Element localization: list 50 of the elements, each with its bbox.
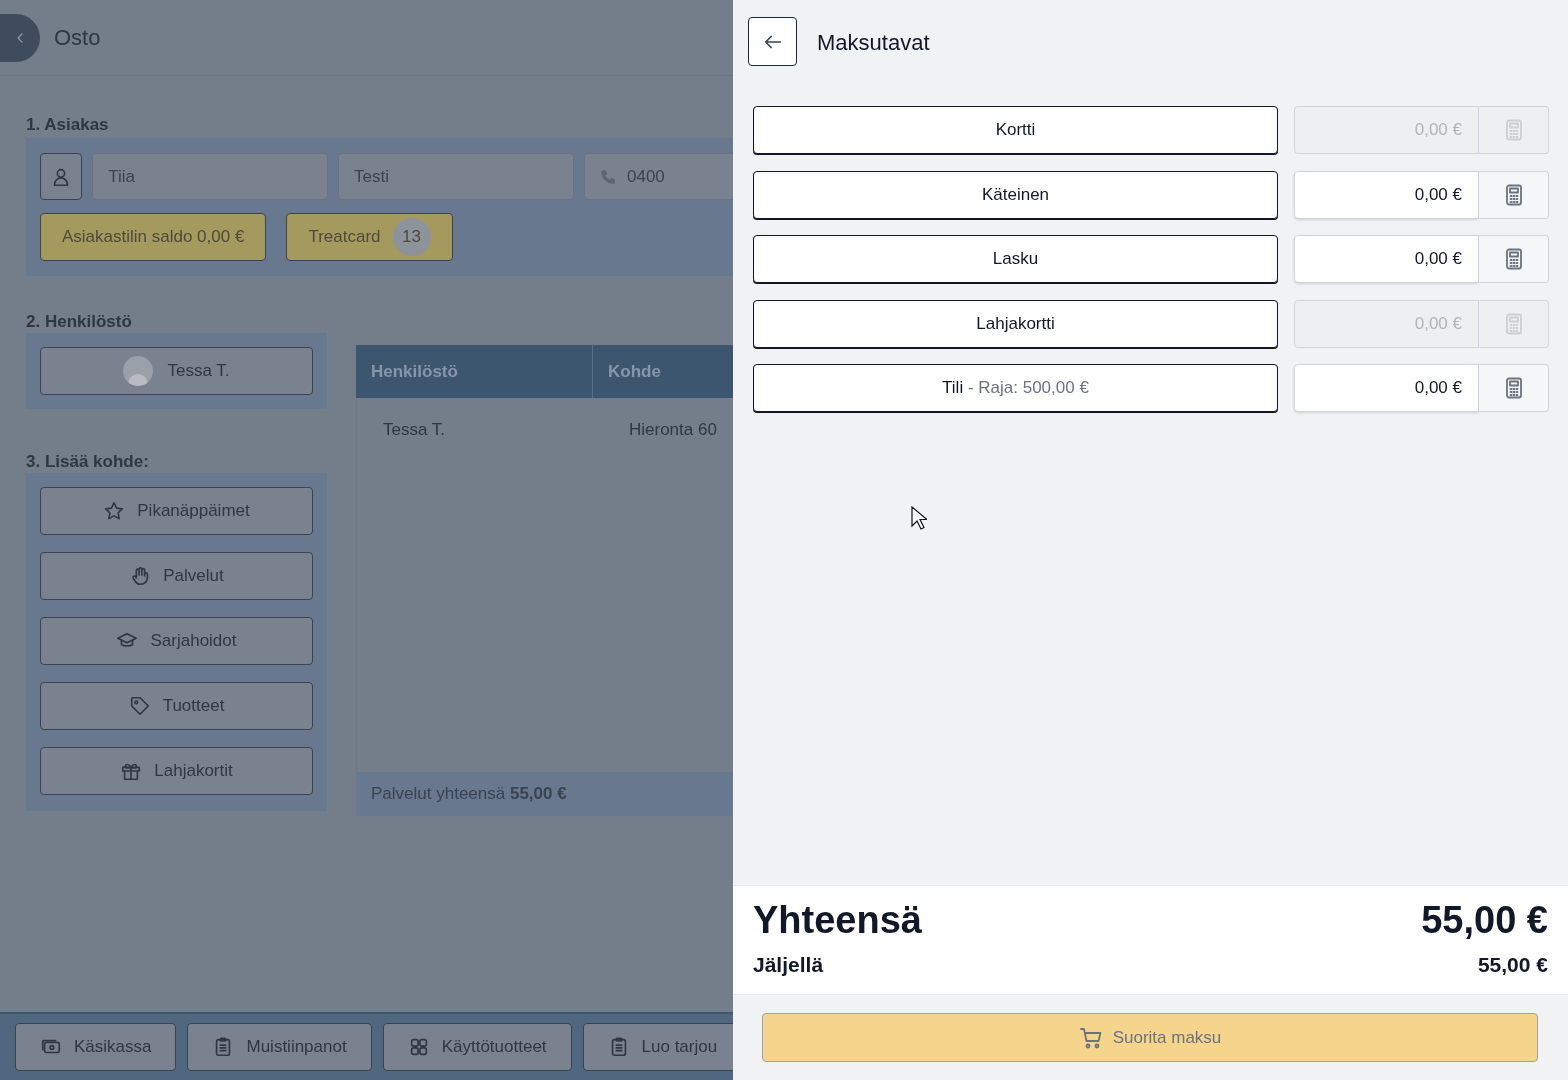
count-badge: 13	[392, 218, 431, 256]
star-icon	[103, 500, 126, 522]
input-field[interactable]: Testi	[338, 153, 574, 200]
customer-button[interactable]	[40, 153, 83, 200]
section-heading: 3. Lisää kohde:	[26, 451, 150, 473]
payment-method-button[interactable]: Käteinen	[753, 170, 1278, 219]
staff-name: Tessa T.	[167, 360, 230, 383]
remaining-label: Jäljellä	[753, 952, 824, 979]
cart-icon	[1078, 1025, 1103, 1050]
amount-field[interactable]: 0,00 €	[1294, 364, 1479, 412]
balance-button[interactable]: Asiakastilin saldo 0,00 €	[40, 213, 267, 261]
section-heading: 1. Asiakas	[26, 114, 110, 136]
column-header: Kohde	[607, 360, 662, 383]
input-field[interactable]: Tiia	[92, 153, 329, 200]
treatcard-button[interactable]: Treatcard 13	[286, 213, 453, 261]
toolbar-button[interactable]: Käsikassa	[15, 1023, 177, 1071]
column-header: Henkilöstö	[356, 345, 593, 398]
drawer-title: Maksutavat	[817, 29, 930, 57]
remaining-amount: 55,00 €	[1477, 952, 1548, 979]
amount-field[interactable]: 0,00 €	[1294, 235, 1479, 283]
add-item-button[interactable]: Tuotteet	[40, 682, 313, 730]
calculator-button[interactable]	[1479, 364, 1549, 412]
toolbar-button[interactable]: Käyttötuotteet	[382, 1023, 572, 1071]
add-item-button[interactable]: Palvelut	[40, 552, 313, 600]
total-amount: 55,00 €	[1421, 897, 1548, 943]
payment-method-button[interactable]: Lasku	[753, 235, 1278, 283]
calculator-button[interactable]	[1479, 170, 1549, 219]
phone-value: 0400	[627, 165, 665, 188]
table-cell-text: Tessa T.	[382, 419, 447, 442]
page-title: Osto	[54, 24, 101, 52]
toolbar-button[interactable]: Muistiinpanot	[187, 1023, 372, 1071]
phone-icon	[599, 167, 617, 186]
calculator-button[interactable]	[1479, 235, 1549, 283]
pay-button[interactable]: Suorita maksu	[762, 1013, 1538, 1062]
tag-icon	[128, 695, 151, 717]
payment-method-button[interactable]: Tili - Raja: 500,00 €	[753, 364, 1278, 412]
toolbar-button[interactable]: Luo tarjou	[582, 1023, 733, 1071]
avatar-icon	[123, 356, 154, 386]
phone-field[interactable]: 0400	[584, 153, 733, 200]
section-heading: 2. Henkilöstö	[26, 311, 133, 333]
add-item-button[interactable]: Lahjakortit	[40, 747, 313, 795]
table-footer: Palvelut yhteensä 55,00 €	[356, 772, 733, 816]
table-cell-text: Hieronta 60	[628, 419, 717, 442]
staff-button[interactable]: Tessa T.	[40, 347, 313, 395]
add-item-button[interactable]: Sarjahoidot	[40, 617, 313, 665]
add-item-button[interactable]: Pikanäppäimet	[40, 487, 313, 535]
back-button[interactable]	[748, 17, 797, 66]
total-label: Yhteensä	[753, 897, 922, 943]
cursor-icon	[911, 506, 927, 530]
amount-field[interactable]: 0,00 €	[1294, 170, 1479, 219]
